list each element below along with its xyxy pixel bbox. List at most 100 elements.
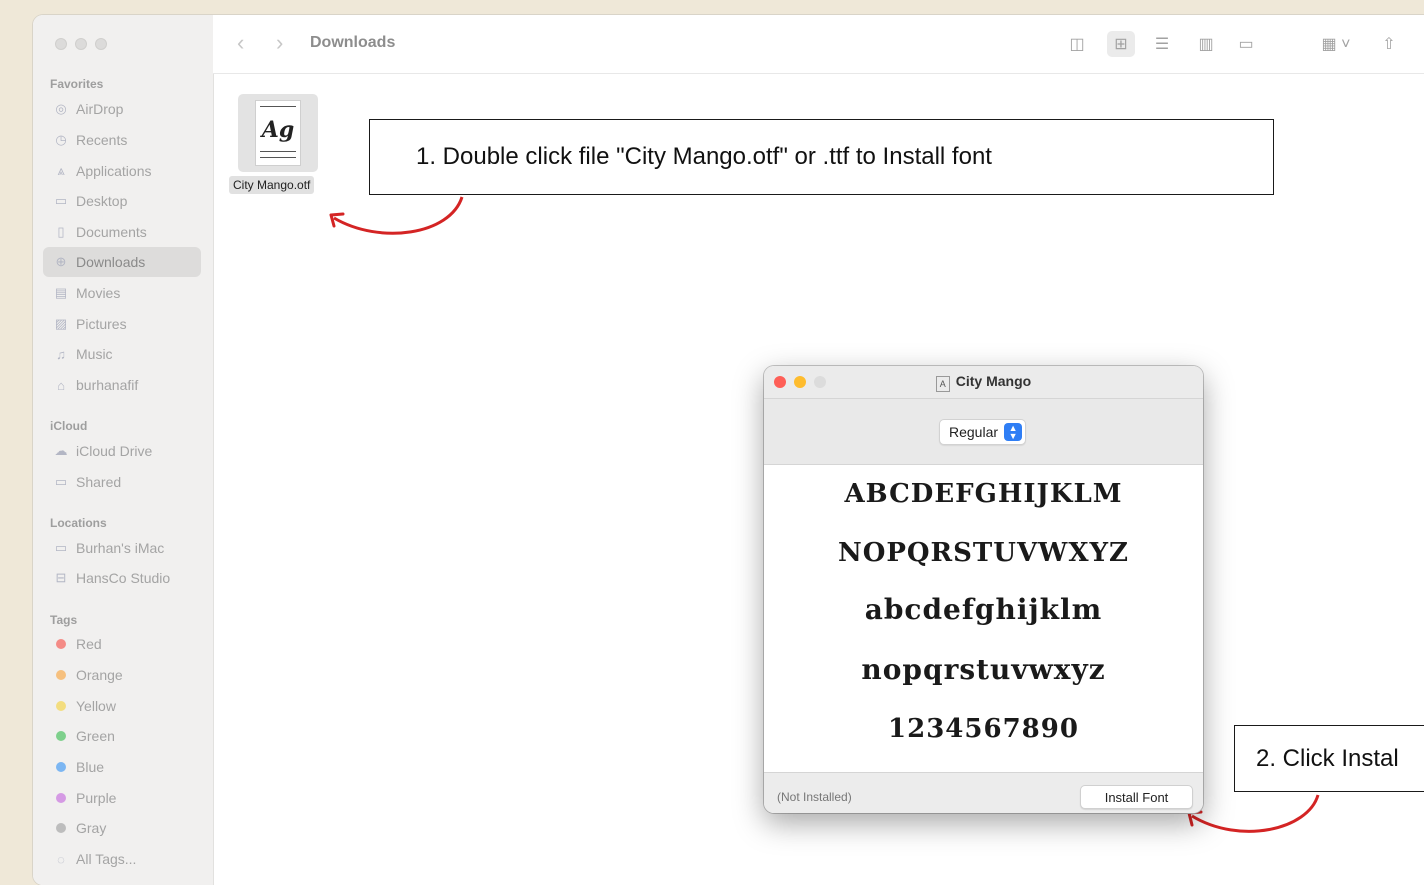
sidebar-tag-purple[interactable]: Purple <box>43 783 201 813</box>
font-window-titlebar: A City Mango <box>764 366 1203 399</box>
column-view-icon[interactable]: ▥ <box>1192 31 1220 57</box>
sidebar-item-label: Music <box>76 346 113 362</box>
install-status: (Not Installed) <box>777 790 852 804</box>
locations-heading: Locations <box>50 516 107 530</box>
group-by-icon[interactable]: ▦ ˅ <box>1316 31 1356 57</box>
sidebar-tag-gray[interactable]: Gray <box>43 813 201 843</box>
sidebar-item-label: Applications <box>76 163 152 179</box>
sidebar-tag-blue[interactable]: Blue <box>43 752 201 782</box>
sample-digits: 1234567890 <box>888 714 1079 744</box>
icloud-heading: iCloud <box>50 419 88 433</box>
applications-icon: ⩓ <box>57 163 65 178</box>
airdrop-icon: ◎ <box>55 101 67 116</box>
sidebar-item-label: Movies <box>76 285 121 301</box>
photo-icon: ▨ <box>54 316 68 331</box>
sidebar-all-tags[interactable]: ◌ All Tags... <box>43 844 201 874</box>
tag-dot-icon <box>56 670 66 680</box>
sidebar-item-label: iCloud Drive <box>76 443 153 459</box>
sidebar-item-label: Shared <box>76 474 122 490</box>
finder-toolbar: ‹ › Downloads ◫ ⊞ ☰ ▥ ▭ ▦ ˅ ⇧ <box>213 15 1424 74</box>
home-icon: ⌂ <box>57 377 65 393</box>
list-view-icon[interactable]: ☰ <box>1148 31 1176 57</box>
sample-uppercase-1: ABCDEFGHIJKLM <box>844 479 1123 509</box>
sidebar-item-desktop[interactable]: ▭ Desktop <box>43 186 201 216</box>
font-preview-window: A City Mango Regular ▲ ▼ ABCDEFGHIJKLM NOP… <box>764 366 1203 813</box>
sidebar-item-label: Recents <box>76 132 128 148</box>
forward-button[interactable]: › <box>276 30 283 56</box>
gallery-view-icon[interactable]: ▭ <box>1232 31 1260 57</box>
sidebar-item-icloud-drive[interactable]: ☁ iCloud Drive <box>43 436 201 466</box>
download-icon: ⊕ <box>55 254 67 269</box>
sidebar-tag-yellow[interactable]: Yellow <box>43 691 201 721</box>
sidebar-item-label: Red <box>76 636 102 652</box>
sidebar-item-hansco-studio[interactable]: ⊟ HansCo Studio <box>43 563 201 593</box>
sidebar-item-documents[interactable]: ▯ Documents <box>43 217 201 247</box>
sidebar-item-label: HansCo Studio <box>76 570 171 586</box>
sidebar-tag-orange[interactable]: Orange <box>43 660 201 690</box>
icon-view-icon[interactable]: ⊞ <box>1107 31 1135 57</box>
drive-icon: ⊟ <box>55 570 67 585</box>
sidebar: Favorites ◎ AirDrop ◷ Recents ⩓ Application… <box>33 15 214 885</box>
preview-pane-icon[interactable]: ◫ <box>1063 31 1091 57</box>
tag-dot-icon <box>56 731 66 741</box>
sample-lowercase-1: abcdefghijklm <box>864 593 1103 626</box>
sidebar-item-recents[interactable]: ◷ Recents <box>43 125 201 155</box>
tag-icon: ◌ <box>57 851 65 867</box>
clock-icon: ◷ <box>55 132 67 147</box>
callout-step-2: 2. Click Instal <box>1234 725 1424 792</box>
tag-dot-icon <box>56 639 66 649</box>
font-file-thumbnail: Ag <box>255 100 301 166</box>
install-font-button[interactable]: Install Font <box>1080 785 1193 809</box>
window-controls <box>55 38 107 50</box>
sidebar-item-label: Gray <box>76 820 107 836</box>
font-file-name[interactable]: City Mango.otf <box>229 176 315 194</box>
sidebar-item-home[interactable]: ⌂ burhanafif <box>43 370 201 400</box>
tag-dot-icon <box>56 823 66 833</box>
window-title: Downloads <box>310 34 396 51</box>
minimize-button[interactable] <box>75 38 87 50</box>
sidebar-item-airdrop[interactable]: ◎ AirDrop <box>43 94 201 124</box>
sidebar-item-label: burhanafif <box>76 377 139 393</box>
sidebar-item-movies[interactable]: ▤ Movies <box>43 278 201 308</box>
tag-dot-icon <box>56 793 66 803</box>
tag-dot-icon <box>56 701 66 711</box>
sidebar-item-label: Burhan's iMac <box>76 540 165 556</box>
sidebar-item-imac[interactable]: ▭ Burhan's iMac <box>43 533 201 563</box>
film-icon: ▤ <box>54 285 68 300</box>
tags-heading: Tags <box>50 613 78 627</box>
font-window-title-text: City Mango <box>955 373 1032 389</box>
style-select[interactable]: Regular ▲ ▼ <box>939 419 1027 445</box>
sidebar-item-label: AirDrop <box>76 101 124 117</box>
sidebar-item-applications[interactable]: ⩓ Applications <box>43 156 201 186</box>
shared-folder-icon: ▭ <box>54 474 68 489</box>
font-window-footer: (Not Installed) Install Font <box>764 772 1203 813</box>
close-button[interactable] <box>55 38 67 50</box>
sidebar-item-shared[interactable]: ▭ Shared <box>43 467 201 497</box>
music-note-icon: ♫ <box>56 346 66 362</box>
sidebar-item-downloads[interactable]: ⊕ Downloads <box>43 247 201 277</box>
sidebar-tag-red[interactable]: Red <box>43 629 201 659</box>
sidebar-item-label: Orange <box>76 667 123 683</box>
computer-icon: ▭ <box>54 540 68 555</box>
zoom-button[interactable] <box>95 38 107 50</box>
document-icon: ▯ <box>57 224 65 239</box>
favorites-heading: Favorites <box>50 77 104 91</box>
sidebar-item-label: Documents <box>76 224 147 240</box>
back-button[interactable]: ‹ <box>237 30 244 56</box>
tag-dot-icon <box>56 762 66 772</box>
sample-lowercase-2: nopqrstuvwxyz <box>861 653 1106 686</box>
sidebar-item-label: Green <box>76 728 115 744</box>
sidebar-tag-green[interactable]: Green <box>43 721 201 751</box>
select-arrows-icon: ▲ ▼ <box>1004 423 1023 441</box>
sidebar-item-label: Yellow <box>76 698 116 714</box>
sidebar-item-pictures[interactable]: ▨ Pictures <box>43 309 201 339</box>
sidebar-item-label: Desktop <box>76 193 128 209</box>
sidebar-item-music[interactable]: ♫ Music <box>43 339 201 369</box>
sidebar-item-label: Blue <box>76 759 105 775</box>
sample-uppercase-2: NOPQRSTUVWXYZ <box>837 538 1130 568</box>
share-icon[interactable]: ⇧ <box>1375 31 1403 57</box>
sidebar-item-label: Pictures <box>76 316 127 332</box>
font-file-icon[interactable]: Ag <box>238 94 318 172</box>
desktop-icon: ▭ <box>54 193 68 208</box>
style-bar: Regular ▲ ▼ <box>764 399 1203 465</box>
